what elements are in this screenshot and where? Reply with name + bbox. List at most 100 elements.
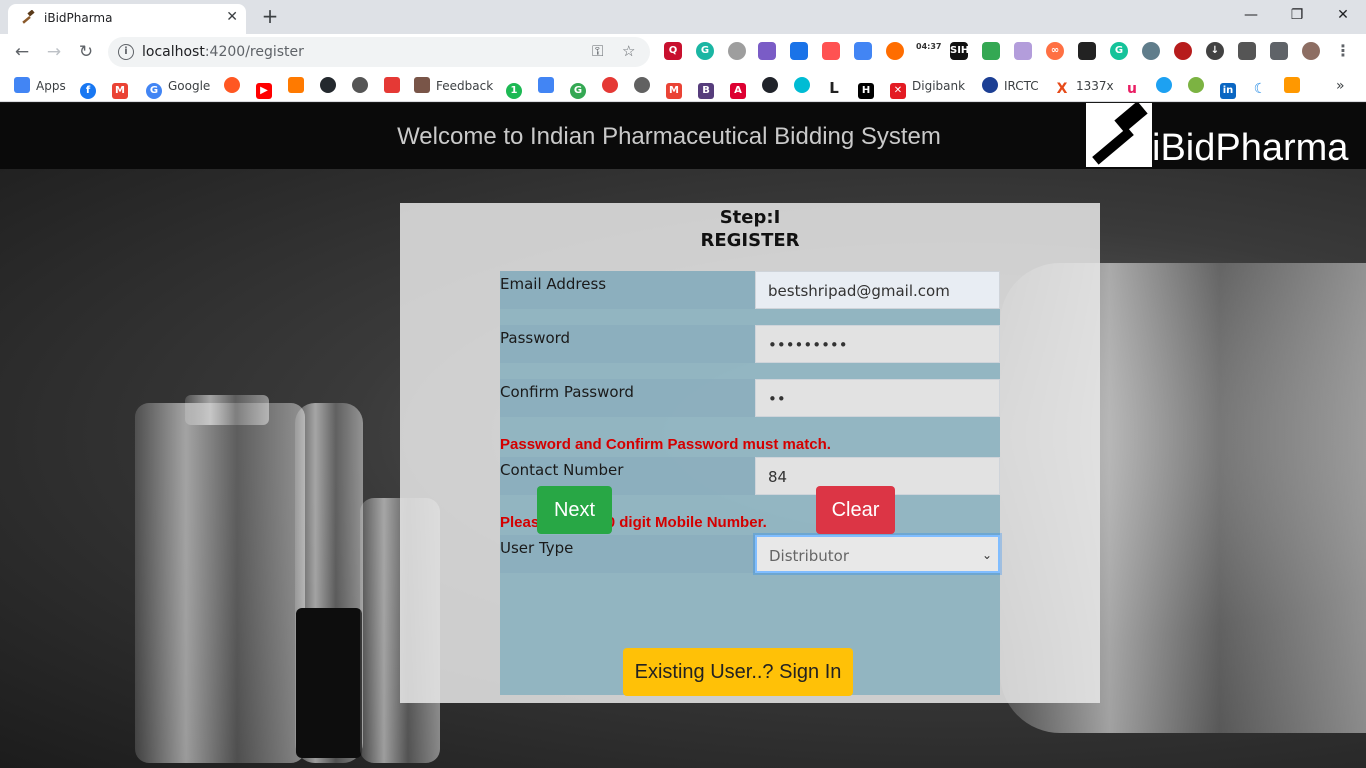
reader-extension-icon[interactable] bbox=[1174, 42, 1192, 60]
bookmark-u[interactable]: u bbox=[1124, 76, 1146, 97]
browser-toolbar: ← → ↻ i localhost:4200/register ⚿ ☆ Q G … bbox=[0, 34, 1366, 70]
bookmark-globe[interactable] bbox=[352, 76, 374, 96]
feedback-icon bbox=[414, 77, 430, 93]
gmail-icon: M bbox=[666, 83, 682, 99]
bookmark-linkedin[interactable]: in bbox=[1220, 76, 1242, 99]
key-icon[interactable]: ⚿ bbox=[592, 42, 603, 60]
bookmark-box[interactable] bbox=[288, 76, 310, 96]
minimize-button[interactable]: — bbox=[1228, 4, 1274, 30]
confirm-password-field[interactable]: •• bbox=[755, 379, 1000, 417]
info-icon[interactable]: i bbox=[118, 44, 134, 60]
bookmark-runner[interactable] bbox=[384, 76, 406, 96]
one-icon: 1 bbox=[506, 83, 522, 99]
shield-extension-icon[interactable] bbox=[982, 42, 1000, 60]
owl-extension-icon[interactable] bbox=[1142, 42, 1160, 60]
restore-button[interactable]: ❐ bbox=[1274, 4, 1320, 30]
pip-extension-icon[interactable] bbox=[1078, 42, 1096, 60]
bookmark-react[interactable] bbox=[762, 76, 784, 96]
password-field[interactable]: ••••••••• bbox=[755, 325, 1000, 363]
puzzle-icon[interactable] bbox=[1270, 42, 1288, 60]
bookmark-one[interactable]: 1 bbox=[506, 76, 528, 99]
star-icon[interactable]: ☆ bbox=[622, 42, 635, 60]
google-icon: G bbox=[570, 83, 586, 99]
moon-icon: ☾ bbox=[1252, 81, 1268, 97]
bookmark-moon[interactable]: ☾ bbox=[1252, 76, 1274, 97]
bookmark-hn[interactable]: H bbox=[858, 76, 880, 99]
menu-icon[interactable]: ⋮ bbox=[1334, 42, 1352, 60]
bookmark-google[interactable]: G Google bbox=[146, 76, 210, 99]
new-tab-button[interactable]: + bbox=[256, 5, 284, 29]
video-extension-icon[interactable] bbox=[822, 42, 840, 60]
hackernews-icon: H bbox=[858, 83, 874, 99]
bookmark-power[interactable] bbox=[224, 76, 246, 96]
gmail-icon: M bbox=[112, 83, 128, 99]
bookmark-cloud[interactable] bbox=[794, 76, 816, 96]
fire-extension-icon[interactable] bbox=[886, 42, 904, 60]
email-label: Email Address bbox=[500, 275, 607, 293]
u-icon: u bbox=[1124, 81, 1140, 97]
bookmark-gmail-2[interactable]: M bbox=[666, 76, 688, 99]
bookmark-github[interactable] bbox=[320, 76, 342, 96]
bookmark-frog[interactable] bbox=[1188, 76, 1210, 96]
close-tab-icon[interactable]: ✕ bbox=[226, 9, 238, 25]
bookmark-translate[interactable] bbox=[538, 76, 560, 96]
tab-strip: iBidPharma ✕ + — ❐ ✕ bbox=[0, 0, 1366, 34]
irctc-icon bbox=[982, 77, 998, 93]
bookmark-angular[interactable]: A bbox=[730, 76, 752, 99]
bookmark-irctc[interactable]: IRCTC bbox=[982, 76, 1039, 96]
bookmark-twitter[interactable] bbox=[1156, 76, 1178, 96]
vial-liquid-image bbox=[296, 608, 362, 758]
bookmark-l[interactable]: L bbox=[826, 76, 848, 96]
cast-extension-icon[interactable] bbox=[1238, 42, 1256, 60]
grammarly-extension-icon[interactable]: G bbox=[696, 42, 714, 60]
bookmarks-overflow-icon[interactable]: » bbox=[1336, 76, 1345, 96]
apps-grid-icon bbox=[14, 77, 30, 93]
angular-icon: A bbox=[730, 83, 746, 99]
bookmark-apps[interactable]: Apps bbox=[14, 76, 66, 96]
wave-extension-icon[interactable] bbox=[1014, 42, 1032, 60]
cursor-extension-icon[interactable] bbox=[758, 42, 776, 60]
screenshot-extension-icon[interactable] bbox=[790, 42, 808, 60]
twitter-icon bbox=[1156, 77, 1172, 93]
digibank-icon: ✕ bbox=[890, 83, 906, 99]
chevron-down-icon: ⌄ bbox=[981, 548, 992, 562]
bookmark-feedback[interactable]: Feedback bbox=[414, 76, 493, 96]
bookmark-youtube[interactable]: ▶ bbox=[256, 76, 278, 99]
reload-icon[interactable]: ↻ bbox=[74, 40, 98, 64]
gavel-icon bbox=[20, 9, 38, 28]
browser-tab[interactable]: iBidPharma ✕ bbox=[8, 4, 246, 34]
infinity-extension-icon[interactable]: ∞ bbox=[1046, 42, 1064, 60]
forward-icon[interactable]: → bbox=[42, 40, 66, 64]
clock-extension-icon[interactable]: 04:37 bbox=[916, 42, 941, 60]
bookmark-grid[interactable] bbox=[1284, 76, 1306, 96]
bottle-image bbox=[135, 403, 305, 763]
bookmark-facebook[interactable]: f bbox=[80, 76, 102, 99]
sih-extension-icon[interactable]: SIH bbox=[950, 42, 969, 60]
bookmark-digibank[interactable]: ✕ Digibank bbox=[890, 76, 965, 99]
user-type-label: User Type bbox=[500, 539, 574, 557]
bookmark-gmail[interactable]: M bbox=[112, 76, 134, 99]
address-bar[interactable]: i localhost:4200/register ⚿ ☆ bbox=[108, 37, 650, 67]
clear-button[interactable]: Clear bbox=[816, 486, 895, 534]
translate-extension-icon[interactable] bbox=[854, 42, 872, 60]
user-type-row: User Type Distributor ⌄ bbox=[500, 535, 1000, 573]
box-icon bbox=[288, 77, 304, 93]
sign-in-button[interactable]: Existing User..? Sign In bbox=[623, 648, 853, 696]
avatar[interactable] bbox=[1302, 42, 1320, 60]
gavel-logo-icon bbox=[1086, 103, 1152, 167]
bookmark-google-2[interactable]: G bbox=[570, 76, 592, 99]
user-type-select[interactable]: Distributor ⌄ bbox=[755, 535, 1000, 573]
bookmark-gauge[interactable] bbox=[634, 76, 656, 96]
quora-extension-icon[interactable]: Q bbox=[664, 42, 682, 60]
bootstrap-icon: B bbox=[698, 83, 714, 99]
email-field[interactable]: bestshripad@gmail.com bbox=[755, 271, 1000, 309]
extension-icon[interactable] bbox=[728, 42, 746, 60]
bookmark-1337x[interactable]: X 1337x bbox=[1054, 76, 1114, 97]
bookmark-bootstrap[interactable]: B bbox=[698, 76, 720, 99]
window-close-button[interactable]: ✕ bbox=[1320, 4, 1366, 30]
bookmark-speed[interactable] bbox=[602, 76, 624, 96]
back-icon[interactable]: ← bbox=[10, 40, 34, 64]
grammarly-g-icon[interactable]: G bbox=[1110, 42, 1128, 60]
download-extension-icon[interactable]: ↓ bbox=[1206, 42, 1224, 60]
next-button[interactable]: Next bbox=[537, 486, 612, 534]
